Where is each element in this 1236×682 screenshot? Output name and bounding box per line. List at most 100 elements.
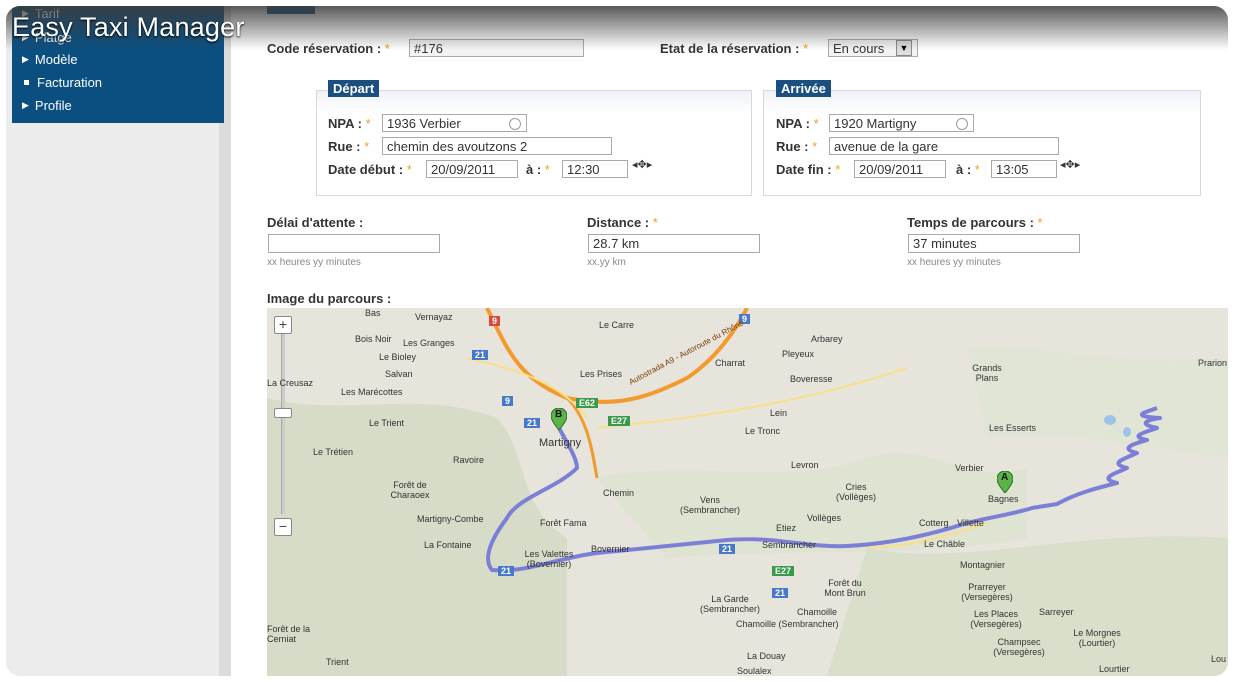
place-label: Vens (Sembrancher) bbox=[679, 495, 741, 515]
place-label: Les Valettes (Bovernier) bbox=[524, 549, 574, 569]
arrivee-date-field[interactable]: 20/09/2011 bbox=[854, 160, 946, 178]
marker-a-icon[interactable]: A bbox=[997, 471, 1013, 493]
depart-npa-label: NPA : * bbox=[328, 116, 371, 131]
place-label: La Creusaz bbox=[267, 378, 314, 388]
place-label: Forêt du Mont Brun bbox=[824, 578, 866, 598]
marker-a-label: A bbox=[1001, 472, 1009, 483]
place-label: Les Esserts bbox=[989, 423, 1037, 433]
place-label: Chemin bbox=[603, 488, 635, 498]
depart-rue-label: Rue : * bbox=[328, 139, 370, 154]
place-label: Vollèges bbox=[807, 513, 842, 523]
road-shield: E27 bbox=[772, 566, 795, 576]
arrivee-date-label: Date fin : * bbox=[776, 162, 841, 177]
temps-label: Temps de parcours : * bbox=[907, 215, 1043, 230]
place-label: Martigny-Combe bbox=[417, 514, 484, 524]
place-label: Le Trétien bbox=[313, 447, 354, 457]
place-label: Champsec (Versegères) bbox=[993, 637, 1045, 657]
place-label: Bois Noir bbox=[355, 334, 392, 344]
zoom-slider-thumb[interactable] bbox=[274, 408, 292, 418]
autocomplete-icon bbox=[509, 118, 521, 130]
depart-date-field[interactable]: 20/09/2011 bbox=[426, 160, 518, 178]
road-shield: 21 bbox=[524, 418, 541, 428]
sidebar-item-label: Facturation bbox=[37, 75, 103, 90]
place-label: Lourtier bbox=[1099, 664, 1130, 674]
arrivee-npa-field[interactable]: 1920 Martigny bbox=[829, 114, 974, 132]
arrivee-title: Arrivée bbox=[776, 80, 831, 97]
delai-field[interactable] bbox=[268, 234, 440, 253]
distance-field[interactable]: 28.7 km bbox=[588, 234, 760, 253]
place-label: Cries (Vollèges) bbox=[835, 482, 877, 502]
depart-title: Départ bbox=[328, 80, 380, 97]
etat-select-value: En cours bbox=[833, 41, 885, 56]
place-label: Le Châble bbox=[924, 539, 966, 549]
route-map[interactable]: + − B A 9 9 21 9 E62 21 E27 21 21 E27 21… bbox=[267, 308, 1228, 676]
depart-time-field[interactable]: 12:30 bbox=[562, 160, 628, 178]
arrivee-rue-label: Rue : * bbox=[776, 139, 818, 154]
chevron-down-icon[interactable]: ▼ bbox=[896, 40, 912, 56]
place-label: Montagnier bbox=[960, 560, 1006, 570]
place-label: Le Morgnes (Lourtier) bbox=[1073, 628, 1121, 648]
place-label: Forêt Fama bbox=[540, 518, 587, 528]
zoom-out-button[interactable]: − bbox=[274, 518, 292, 536]
place-label: Villette bbox=[957, 518, 984, 528]
delai-label: Délai d'attente : bbox=[267, 215, 364, 230]
road-shield: E27 bbox=[608, 416, 631, 426]
place-label: Charrat bbox=[715, 358, 746, 368]
place-label: Cotterg bbox=[919, 518, 949, 528]
place-label: Etiez bbox=[776, 523, 797, 533]
zoom-slider-track[interactable] bbox=[281, 334, 285, 514]
place-label: Prarion bbox=[1198, 358, 1228, 368]
place-label: Forêt de la Cerniat bbox=[267, 624, 311, 644]
depart-time-label: à : * bbox=[526, 162, 550, 177]
road-shield: 21 bbox=[472, 350, 489, 360]
distance-label: Distance : * bbox=[587, 215, 658, 230]
marker-b-icon[interactable]: B bbox=[551, 408, 567, 430]
place-label: Trient bbox=[326, 657, 349, 667]
place-label: La Fontaine bbox=[424, 540, 472, 550]
place-label: Prarreyer (Versegères) bbox=[961, 582, 1013, 602]
zoom-in-button[interactable]: + bbox=[274, 316, 292, 334]
app-title: Easy Taxi Manager bbox=[12, 12, 245, 42]
place-label: Verbier bbox=[955, 463, 984, 473]
place-label: Boveresse bbox=[790, 374, 833, 384]
place-label: Le Tronc bbox=[745, 426, 781, 436]
place-label: Bas bbox=[365, 308, 381, 318]
place-label: Les Granges bbox=[403, 338, 455, 348]
place-label: Forêt de Charaoex bbox=[390, 480, 430, 500]
place-label: Chamoille bbox=[797, 607, 838, 617]
depart-npa-field[interactable]: 1936 Verbier bbox=[382, 114, 527, 132]
temps-hint: xx heures yy minutes bbox=[907, 257, 1001, 268]
place-label: Martigny bbox=[539, 437, 582, 449]
road-shield: 21 bbox=[772, 588, 789, 598]
depart-rue-field[interactable]: chemin des avoutzons 2 bbox=[382, 137, 612, 155]
triangle-icon: ▶ bbox=[22, 54, 29, 64]
sidebar-item-modele[interactable]: ▶ Modèle bbox=[22, 52, 78, 67]
time-picker-icon[interactable]: ◂✥▸ bbox=[1060, 158, 1080, 171]
arrivee-rue-field[interactable]: avenue de la gare bbox=[829, 137, 1059, 155]
place-label: Bagnes bbox=[988, 494, 1019, 504]
code-field[interactable]: #176 bbox=[409, 39, 584, 57]
autocomplete-icon bbox=[956, 118, 968, 130]
etat-label: Etat de la réservation : * bbox=[660, 41, 809, 56]
depart-date-label: Date début : * bbox=[328, 162, 412, 177]
place-label: Lou bbox=[1211, 654, 1227, 664]
sidebar-item-profile[interactable]: ▶ Profile bbox=[22, 98, 72, 113]
place-label: Soulalex bbox=[737, 666, 772, 676]
bullet-icon bbox=[24, 80, 29, 85]
place-label: Chamoille (Sembrancher) bbox=[736, 619, 839, 629]
sidebar-item-label: Profile bbox=[34, 98, 72, 113]
place-label: Le Carre bbox=[599, 320, 635, 330]
place-label: La Douay bbox=[747, 651, 786, 661]
sidebar-item-label: Modèle bbox=[34, 52, 78, 67]
sidebar-item-facturation[interactable]: Facturation bbox=[22, 75, 102, 90]
image-parcours-label: Image du parcours : bbox=[267, 291, 392, 306]
place-label: Sembrancher bbox=[762, 540, 817, 550]
place-label: La Garde (Sembrancher) bbox=[699, 594, 761, 614]
window-frame: ▶ Tarif ▶ Platge ▶ Modèle Facturation ▶ … bbox=[6, 6, 1228, 676]
temps-field[interactable]: 37 minutes bbox=[908, 234, 1080, 253]
time-picker-icon[interactable]: ◂✥▸ bbox=[632, 158, 652, 171]
place-label: Le Bioley bbox=[379, 352, 417, 362]
road-shield: 21 bbox=[719, 544, 736, 554]
place-label: Pleyeux bbox=[782, 349, 815, 359]
arrivee-time-field[interactable]: 13:05 bbox=[991, 160, 1057, 178]
